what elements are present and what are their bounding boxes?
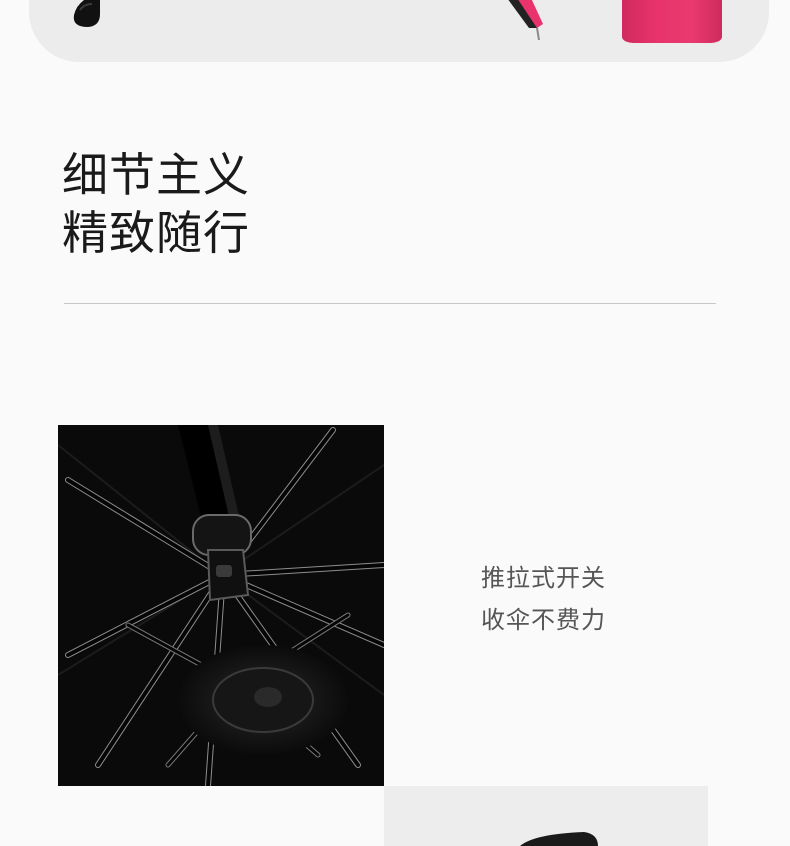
headline-line-2: 精致随行 bbox=[62, 206, 250, 260]
feature-line-2: 收伞不费力 bbox=[481, 606, 606, 634]
feature-description: 推拉式开关 收伞不费力 bbox=[481, 557, 606, 641]
umbrella-case-image bbox=[622, 0, 722, 43]
section-headline: 细节主义 精致随行 bbox=[62, 146, 250, 262]
feature-line-1: 推拉式开关 bbox=[481, 564, 606, 592]
next-product-card bbox=[384, 786, 708, 846]
umbrella-underside-photo bbox=[58, 425, 384, 786]
top-product-card bbox=[29, 0, 769, 62]
umbrella-rib-image bbox=[507, 0, 547, 46]
headline-line-1: 细节主义 bbox=[62, 148, 250, 202]
umbrella-handle-image bbox=[70, 0, 110, 34]
section-divider bbox=[64, 303, 716, 304]
